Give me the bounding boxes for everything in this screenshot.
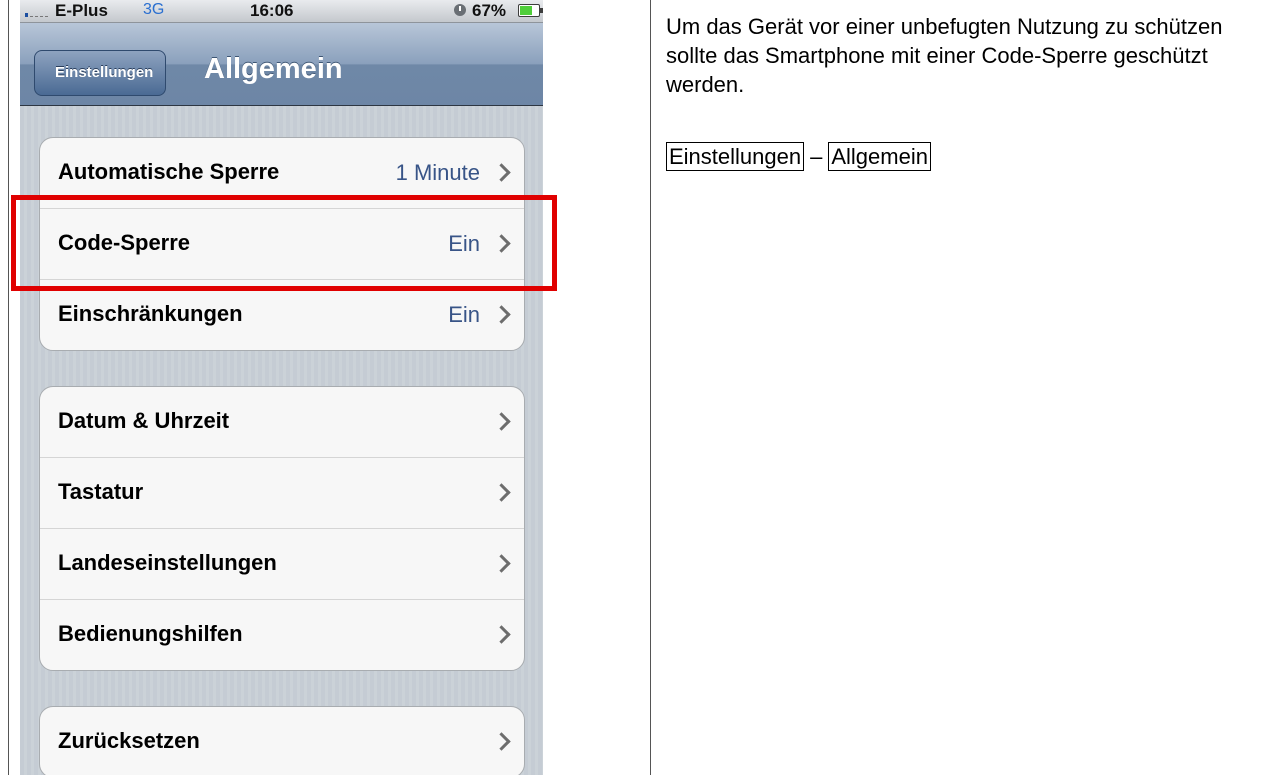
navigation-bar: Einstellungen Allgemein: [20, 23, 543, 106]
row-label: Datum & Uhrzeit: [58, 408, 230, 433]
battery-icon: [518, 4, 543, 17]
row-value: Ein: [448, 302, 480, 327]
phone-screenshot: E-Plus 3G 16:06 67% Einstellungen Allgem…: [20, 0, 543, 775]
row-label: Landeseinstellungen: [58, 550, 277, 575]
network-type: 3G: [143, 1, 165, 18]
row-label: Automatische Sperre: [58, 159, 280, 184]
chevron-right-icon: [492, 163, 511, 182]
settings-group-general: Datum & Uhrzeit Tastatur Landeseinstellu…: [39, 386, 525, 671]
path-separator: –: [810, 144, 823, 169]
back-button[interactable]: Einstellungen: [34, 50, 167, 96]
column-divider-line: [650, 0, 651, 775]
settings-row-date-time[interactable]: Datum & Uhrzeit: [40, 387, 524, 457]
row-label: Zurücksetzen: [58, 728, 200, 753]
chevron-right-icon: [492, 412, 511, 431]
left-border-line: [8, 0, 9, 775]
row-label: Einschränkungen: [58, 301, 243, 326]
alarm-clock-icon: [454, 4, 466, 16]
chevron-right-icon: [492, 732, 511, 751]
status-time: 16:06: [250, 1, 294, 20]
chevron-right-icon: [492, 554, 511, 573]
navigation-path: Einstellungen – Allgemein: [666, 142, 931, 171]
path-step-settings: Einstellungen: [666, 142, 805, 171]
settings-row-keyboard[interactable]: Tastatur: [40, 457, 524, 528]
settings-row-international[interactable]: Landeseinstellungen: [40, 528, 524, 599]
carrier-name: E-Plus: [55, 1, 108, 20]
highlight-box: [11, 195, 557, 291]
status-bar: E-Plus 3G 16:06 67%: [20, 0, 543, 23]
row-value: 1 Minute: [395, 160, 480, 185]
chevron-right-icon: [492, 305, 511, 324]
chevron-right-icon: [492, 483, 511, 502]
settings-row-reset[interactable]: Zurücksetzen: [40, 707, 524, 775]
description-text: Um das Gerät vor einer unbefugten Nutzun…: [666, 14, 1223, 97]
page-title: Allgemein: [204, 53, 343, 85]
settings-group-reset: Zurücksetzen: [39, 706, 525, 775]
row-label: Bedienungshilfen: [58, 621, 243, 646]
battery-percent: 67%: [472, 1, 507, 20]
signal-strength-icon: [25, 13, 55, 17]
row-label: Tastatur: [58, 479, 144, 504]
chevron-right-icon: [492, 625, 511, 644]
settings-row-accessibility[interactable]: Bedienungshilfen: [40, 599, 524, 670]
path-step-general: Allgemein: [828, 142, 931, 171]
